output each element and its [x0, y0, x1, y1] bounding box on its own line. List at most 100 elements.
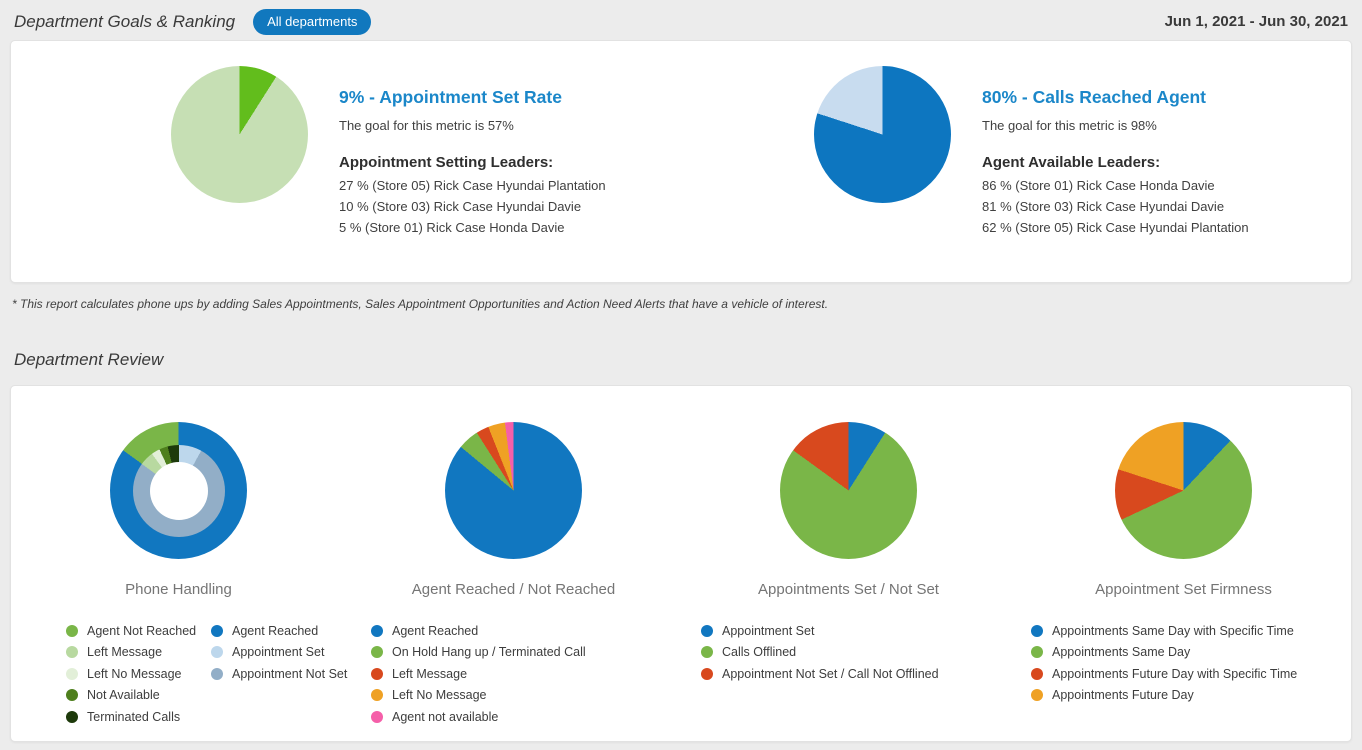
legend-item[interactable]: Agent Reached: [211, 620, 347, 642]
page-header: Department Goals & Ranking All departmen…: [0, 0, 1362, 40]
legend-item[interactable]: Appointments Same Day: [1031, 642, 1297, 664]
legend-item[interactable]: Appointment Not Set: [211, 663, 347, 685]
agent-reached-pie-chart[interactable]: [445, 422, 582, 559]
agent-reached-legend: Agent Reached On Hold Hang up / Terminat…: [371, 620, 586, 728]
leader-line: 62 % (Store 05) Rick Case Hyundai Planta…: [982, 221, 1249, 234]
legend-item[interactable]: Left No Message: [371, 685, 586, 707]
legend-label: Appointment Set: [232, 645, 324, 659]
legend-label: Not Available: [87, 688, 160, 702]
legend-color-dot: [701, 646, 713, 658]
chart-column-appointment-firmness: Appointment Set Firmness Appointments Sa…: [1016, 386, 1351, 741]
legend-color-dot: [1031, 646, 1043, 658]
legend-color-dot: [1031, 625, 1043, 637]
chart-title: Phone Handling: [125, 581, 232, 598]
legend-color-dot: [701, 668, 713, 680]
legend-color-dot: [1031, 689, 1043, 701]
phone-handling-legend: Agent Not Reached Left Message Left No M…: [66, 620, 347, 728]
chart-title: Agent Reached / Not Reached: [412, 581, 615, 598]
legend-item[interactable]: Left No Message: [66, 663, 211, 685]
section-title-department-review: Department Review: [14, 350, 1362, 370]
legend-item[interactable]: On Hold Hang up / Terminated Call: [371, 642, 586, 664]
appointments-set-pie-chart[interactable]: [780, 422, 917, 559]
legend-item[interactable]: Agent Reached: [371, 620, 586, 642]
page-title: Department Goals & Ranking: [14, 12, 235, 32]
leader-line: 10 % (Store 03) Rick Case Hyundai Davie: [339, 200, 606, 213]
leaders-title: Appointment Setting Leaders:: [339, 154, 606, 171]
legend-color-dot: [66, 711, 78, 723]
legend-item[interactable]: Terminated Calls: [66, 706, 211, 728]
legend-label: Agent Not Reached: [87, 624, 196, 638]
legend-item[interactable]: Calls Offlined: [701, 642, 939, 664]
legend-color-dot: [371, 668, 383, 680]
legend-label: Appointment Set: [722, 624, 814, 638]
legend-color-dot: [211, 625, 223, 637]
legend-label: Terminated Calls: [87, 710, 180, 724]
goal-block-appointment-set-rate: 9% - Appointment Set Rate The goal for t…: [11, 41, 681, 282]
leaders-title: Agent Available Leaders:: [982, 154, 1249, 171]
legend-item[interactable]: Agent not available: [371, 706, 586, 728]
goals-panel: 9% - Appointment Set Rate The goal for t…: [10, 40, 1352, 283]
legend-label: Appointments Same Day: [1052, 645, 1190, 659]
chart-column-phone-handling: Phone Handling Agent Not Reached Left Me…: [11, 386, 346, 741]
legend-label: On Hold Hang up / Terminated Call: [392, 645, 586, 659]
legend-color-dot: [66, 625, 78, 637]
legend-label: Agent Reached: [392, 624, 478, 638]
legend-color-dot: [211, 668, 223, 680]
all-departments-badge[interactable]: All departments: [253, 9, 371, 35]
chart-title: Appointment Set Firmness: [1095, 581, 1272, 598]
legend-color-dot: [211, 646, 223, 658]
date-range-selector[interactable]: Jun 1, 2021 - Jun 30, 2021: [1165, 13, 1348, 30]
goal-title: 9% - Appointment Set Rate: [339, 87, 606, 108]
appointments-set-legend: Appointment Set Calls Offlined Appointme…: [701, 620, 939, 685]
legend-item[interactable]: Appointment Set: [211, 642, 347, 664]
legend-label: Appointments Same Day with Specific Time: [1052, 624, 1294, 638]
report-footnote: * This report calculates phone ups by ad…: [12, 297, 1352, 311]
leader-line: 86 % (Store 01) Rick Case Honda Davie: [982, 179, 1249, 192]
legend-label: Appointments Future Day with Specific Ti…: [1052, 667, 1297, 681]
legend-label: Left No Message: [87, 667, 182, 681]
chart-title: Appointments Set / Not Set: [758, 581, 939, 598]
leader-line: 81 % (Store 03) Rick Case Hyundai Davie: [982, 200, 1249, 213]
legend-item[interactable]: Appointment Set: [701, 620, 939, 642]
legend-label: Appointments Future Day: [1052, 688, 1194, 702]
legend-item[interactable]: Left Message: [371, 663, 586, 685]
legend-color-dot: [1031, 668, 1043, 680]
legend-label: Left No Message: [392, 688, 487, 702]
legend-color-dot: [66, 689, 78, 701]
legend-color-dot: [371, 689, 383, 701]
legend-color-dot: [371, 646, 383, 658]
legend-item[interactable]: Not Available: [66, 685, 211, 707]
legend-label: Appointment Not Set: [232, 667, 347, 681]
goal-block-calls-reached-agent: 80% - Calls Reached Agent The goal for t…: [681, 41, 1351, 282]
legend-color-dot: [66, 668, 78, 680]
goal-text-calls-reached-agent: 80% - Calls Reached Agent The goal for t…: [982, 66, 1249, 282]
legend-color-dot: [66, 646, 78, 658]
appointment-set-rate-pie-chart[interactable]: [171, 66, 308, 203]
donut-hole: [150, 462, 208, 520]
goal-subtitle: The goal for this metric is 98%: [982, 118, 1249, 133]
legend-item[interactable]: Appointments Same Day with Specific Time: [1031, 620, 1297, 642]
goal-subtitle: The goal for this metric is 57%: [339, 118, 606, 133]
chart-column-agent-reached: Agent Reached / Not Reached Agent Reache…: [346, 386, 681, 741]
appointment-firmness-pie-chart[interactable]: [1115, 422, 1252, 559]
legend-item[interactable]: Agent Not Reached: [66, 620, 211, 642]
goal-text-appointment-set-rate: 9% - Appointment Set Rate The goal for t…: [339, 66, 606, 282]
legend-color-dot: [371, 711, 383, 723]
legend-color-dot: [701, 625, 713, 637]
legend-label: Left Message: [87, 645, 162, 659]
legend-label: Agent not available: [392, 710, 498, 724]
leader-line: 27 % (Store 05) Rick Case Hyundai Planta…: [339, 179, 606, 192]
legend-item[interactable]: Appointments Future Day with Specific Ti…: [1031, 663, 1297, 685]
legend-label: Appointment Not Set / Call Not Offlined: [722, 667, 939, 681]
goal-title: 80% - Calls Reached Agent: [982, 87, 1249, 108]
legend-label: Left Message: [392, 667, 467, 681]
legend-item[interactable]: Appointment Not Set / Call Not Offlined: [701, 663, 939, 685]
leader-line: 5 % (Store 01) Rick Case Honda Davie: [339, 221, 606, 234]
legend-color-dot: [371, 625, 383, 637]
chart-column-appointments-set: Appointments Set / Not Set Appointment S…: [681, 386, 1016, 741]
legend-label: Agent Reached: [232, 624, 318, 638]
phone-handling-donut-chart[interactable]: [110, 422, 247, 559]
calls-reached-agent-pie-chart[interactable]: [814, 66, 951, 203]
legend-item[interactable]: Left Message: [66, 642, 211, 664]
legend-item[interactable]: Appointments Future Day: [1031, 685, 1297, 707]
